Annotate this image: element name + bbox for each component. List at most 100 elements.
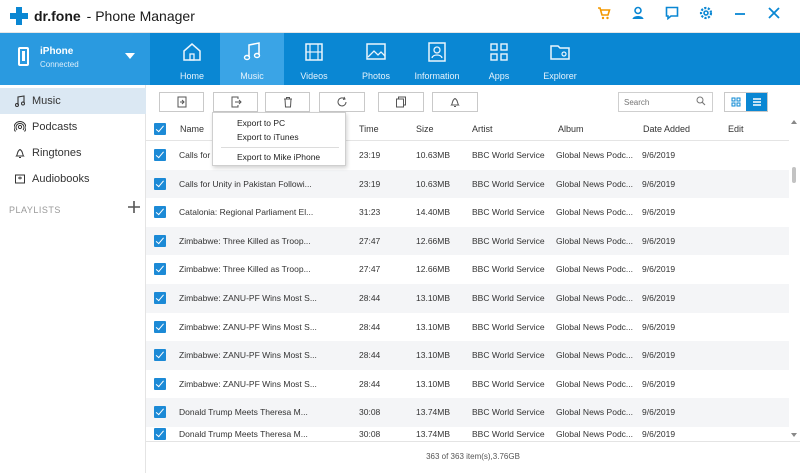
tab-information[interactable]: Information bbox=[405, 33, 469, 85]
sidebar-item-podcasts[interactable]: Podcasts bbox=[0, 114, 146, 140]
cell-size: 12.66MB bbox=[416, 235, 451, 246]
playlists-heading: PLAYLISTS bbox=[9, 205, 61, 215]
cell-date: 9/6/2019 bbox=[642, 264, 676, 275]
plus-icon bbox=[128, 201, 140, 213]
feedback-icon[interactable] bbox=[662, 6, 682, 26]
bell-icon bbox=[15, 148, 25, 158]
row-checkbox[interactable] bbox=[154, 206, 166, 219]
row-checkbox[interactable] bbox=[154, 234, 166, 247]
trash-icon bbox=[283, 97, 292, 108]
row-checkbox[interactable] bbox=[154, 292, 166, 304]
table-row[interactable]: Donald Trump Meets Theresa M... 30:08 13… bbox=[146, 398, 789, 427]
tab-photos[interactable]: Photos bbox=[344, 33, 408, 85]
tab-explorer-label: Explorer bbox=[543, 71, 577, 81]
column-artist[interactable]: Artist bbox=[472, 124, 493, 134]
cell-date: 9/6/2019 bbox=[642, 293, 676, 303]
import-button[interactable] bbox=[159, 92, 204, 112]
select-all-checkbox[interactable] bbox=[154, 123, 166, 135]
table-row[interactable]: Zimbabwe: Three Killed as Troop... 27:47… bbox=[146, 226, 789, 256]
music-icon bbox=[243, 42, 261, 61]
sidebar: Music Podcasts Ringtones Audiobooks PLAY… bbox=[0, 85, 146, 473]
minimize-icon[interactable] bbox=[730, 6, 750, 26]
export-button[interactable] bbox=[213, 92, 258, 112]
cell-time: 23:19 bbox=[359, 150, 381, 160]
tab-explorer[interactable]: Explorer bbox=[528, 33, 592, 85]
table-row[interactable]: Calls for Unity in Pakistan Followi... 2… bbox=[146, 169, 789, 199]
column-album[interactable]: Album bbox=[558, 124, 584, 134]
table-row[interactable]: Zimbabwe: ZANU-PF Wins Most S... 28:44 1… bbox=[146, 284, 789, 313]
device-name: iPhone bbox=[40, 46, 74, 57]
refresh-button[interactable] bbox=[319, 92, 365, 112]
sidebar-item-music[interactable]: Music bbox=[0, 88, 146, 114]
device-selector[interactable]: iPhone Connected bbox=[0, 33, 150, 85]
table-row[interactable]: Donald Trump Meets Theresa M... 30:08 13… bbox=[146, 427, 789, 441]
list-view-button[interactable] bbox=[746, 93, 767, 111]
cell-album: Global News Podc... bbox=[556, 150, 634, 160]
column-size[interactable]: Size bbox=[416, 124, 434, 134]
menu-item-export-to-itunes[interactable]: Export to iTunes bbox=[237, 132, 299, 142]
scroll-thumb[interactable] bbox=[792, 167, 796, 183]
column-name[interactable]: Name bbox=[180, 124, 204, 134]
cart-icon[interactable] bbox=[594, 6, 614, 26]
cell-artist: BBC World Service bbox=[472, 264, 545, 275]
grid-view-button[interactable] bbox=[725, 93, 746, 111]
cell-time: 30:08 bbox=[359, 407, 381, 418]
app-logo: dr.fone - Phone Manager bbox=[10, 7, 195, 25]
cell-artist: BBC World Service bbox=[472, 207, 545, 218]
tab-apps[interactable]: Apps bbox=[467, 33, 531, 85]
chevron-down-icon[interactable] bbox=[125, 53, 135, 59]
drfone-logo-icon bbox=[10, 7, 28, 25]
user-icon[interactable] bbox=[628, 6, 648, 26]
tab-photos-label: Photos bbox=[361, 71, 391, 81]
cell-artist: BBC World Service bbox=[472, 321, 545, 332]
scroll-up-arrow-icon[interactable] bbox=[791, 120, 797, 124]
row-checkbox[interactable] bbox=[154, 428, 166, 440]
table-scrollbar[interactable] bbox=[789, 117, 800, 441]
tab-music-label: Music bbox=[240, 71, 264, 81]
row-checkbox[interactable] bbox=[154, 263, 166, 276]
scroll-down-arrow-icon[interactable] bbox=[791, 433, 797, 437]
deduplicate-button[interactable] bbox=[378, 92, 424, 112]
tab-videos[interactable]: Videos bbox=[282, 33, 346, 85]
table-row[interactable]: Zimbabwe: ZANU-PF Wins Most S... 28:44 1… bbox=[146, 341, 789, 370]
tab-home[interactable]: Home bbox=[160, 33, 224, 85]
cell-time: 27:47 bbox=[359, 235, 381, 246]
cell-artist: BBC World Service bbox=[472, 235, 545, 246]
tab-videos-label: Videos bbox=[300, 71, 328, 81]
table-row[interactable]: Zimbabwe: Three Killed as Troop... 27:47… bbox=[146, 255, 789, 284]
cell-size: 13.10MB bbox=[416, 350, 451, 361]
row-checkbox[interactable] bbox=[154, 320, 166, 333]
row-checkbox[interactable] bbox=[154, 149, 166, 161]
search-icon[interactable] bbox=[696, 96, 706, 106]
settings-icon[interactable] bbox=[696, 6, 716, 26]
cell-size: 10.63MB bbox=[416, 150, 451, 160]
row-checkbox[interactable] bbox=[154, 349, 166, 362]
sidebar-item-ringtones[interactable]: Ringtones bbox=[0, 140, 146, 166]
cell-time: 28:44 bbox=[359, 321, 381, 332]
menu-item-export-to-pc[interactable]: Export to PC bbox=[237, 118, 285, 128]
top-navigation: iPhone Connected Home Music Videos Photo… bbox=[0, 33, 800, 85]
cell-time: 28:44 bbox=[359, 378, 381, 389]
column-date-added[interactable]: Date Added bbox=[643, 124, 690, 134]
tab-music[interactable]: Music bbox=[220, 33, 284, 85]
sidebar-item-audiobooks[interactable]: Audiobooks bbox=[0, 166, 146, 192]
table-row[interactable]: Catalonia: Regional Parliament El... 31:… bbox=[146, 198, 789, 227]
sidebar-item-label: Audiobooks bbox=[32, 173, 90, 185]
cell-name: Donald Trump Meets Theresa M... bbox=[179, 429, 308, 439]
row-checkbox[interactable] bbox=[154, 177, 166, 190]
cell-name: Zimbabwe: Three Killed as Troop... bbox=[179, 235, 311, 246]
cell-album: Global News Podc... bbox=[556, 350, 634, 361]
close-icon[interactable] bbox=[764, 6, 784, 26]
view-toggle bbox=[724, 92, 768, 112]
column-time[interactable]: Time bbox=[359, 124, 379, 134]
item-count-summary: 363 of 363 item(s),3.76GB bbox=[426, 452, 520, 461]
table-row[interactable]: Zimbabwe: ZANU-PF Wins Most S... 28:44 1… bbox=[146, 313, 789, 342]
row-checkbox[interactable] bbox=[154, 406, 166, 419]
delete-button[interactable] bbox=[265, 92, 310, 112]
cell-size: 10.63MB bbox=[416, 178, 451, 189]
set-ringtone-button[interactable] bbox=[432, 92, 478, 112]
add-playlist-button[interactable] bbox=[128, 198, 140, 216]
row-checkbox[interactable] bbox=[154, 377, 166, 390]
table-row[interactable]: Zimbabwe: ZANU-PF Wins Most S... 28:44 1… bbox=[146, 370, 789, 399]
menu-item-export-to-device[interactable]: Export to Mike iPhone bbox=[237, 152, 320, 162]
